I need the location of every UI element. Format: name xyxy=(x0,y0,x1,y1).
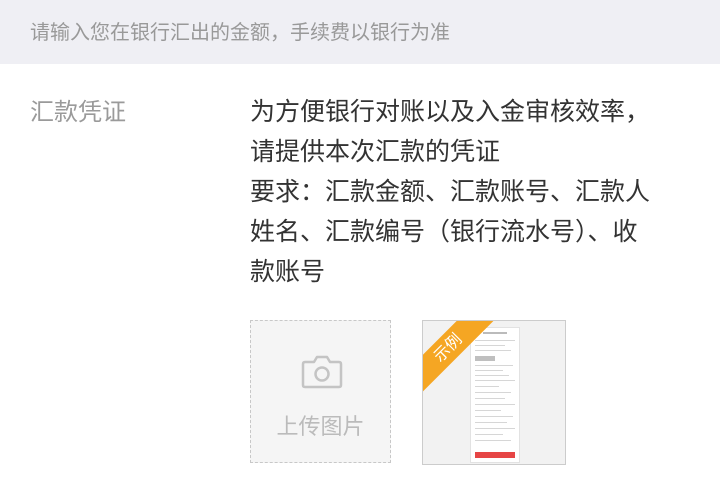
remittance-voucher-page: 请输入您在银行汇出的金额，手续费以银行为准 汇款凭证 为方便银行对账以及入金审核… xyxy=(0,0,720,493)
description-line: 为方便银行对账以及入金审核效率， xyxy=(250,97,651,126)
camera-icon xyxy=(301,355,343,389)
description-line: 姓名、汇款编号（银行流水号）、收 xyxy=(250,217,638,246)
sample-document-lines xyxy=(475,332,515,458)
fee-notice-text: 请输入您在银行汇出的金额，手续费以银行为准 xyxy=(30,20,450,44)
voucher-label: 汇款凭证 xyxy=(30,98,126,126)
sample-image[interactable]: 示例 xyxy=(422,320,566,465)
voucher-description: 为方便银行对账以及入金审核效率， 请提供本次汇款的凭证 要求：汇款金额、汇款账号… xyxy=(250,92,700,292)
description-line: 请提供本次汇款的凭证 xyxy=(250,137,501,166)
upload-image-button[interactable]: 上传图片 xyxy=(250,320,391,463)
sample-document-thumbnail xyxy=(470,327,520,463)
upload-row: 上传图片 示例 xyxy=(250,320,580,466)
fee-notice-bar: 请输入您在银行汇出的金额，手续费以银行为准 xyxy=(0,0,720,64)
description-line: 要求：汇款金额、汇款账号、汇款人 xyxy=(250,177,651,206)
description-line: 款账号 xyxy=(250,257,326,286)
upload-image-label: 上传图片 xyxy=(276,415,365,440)
